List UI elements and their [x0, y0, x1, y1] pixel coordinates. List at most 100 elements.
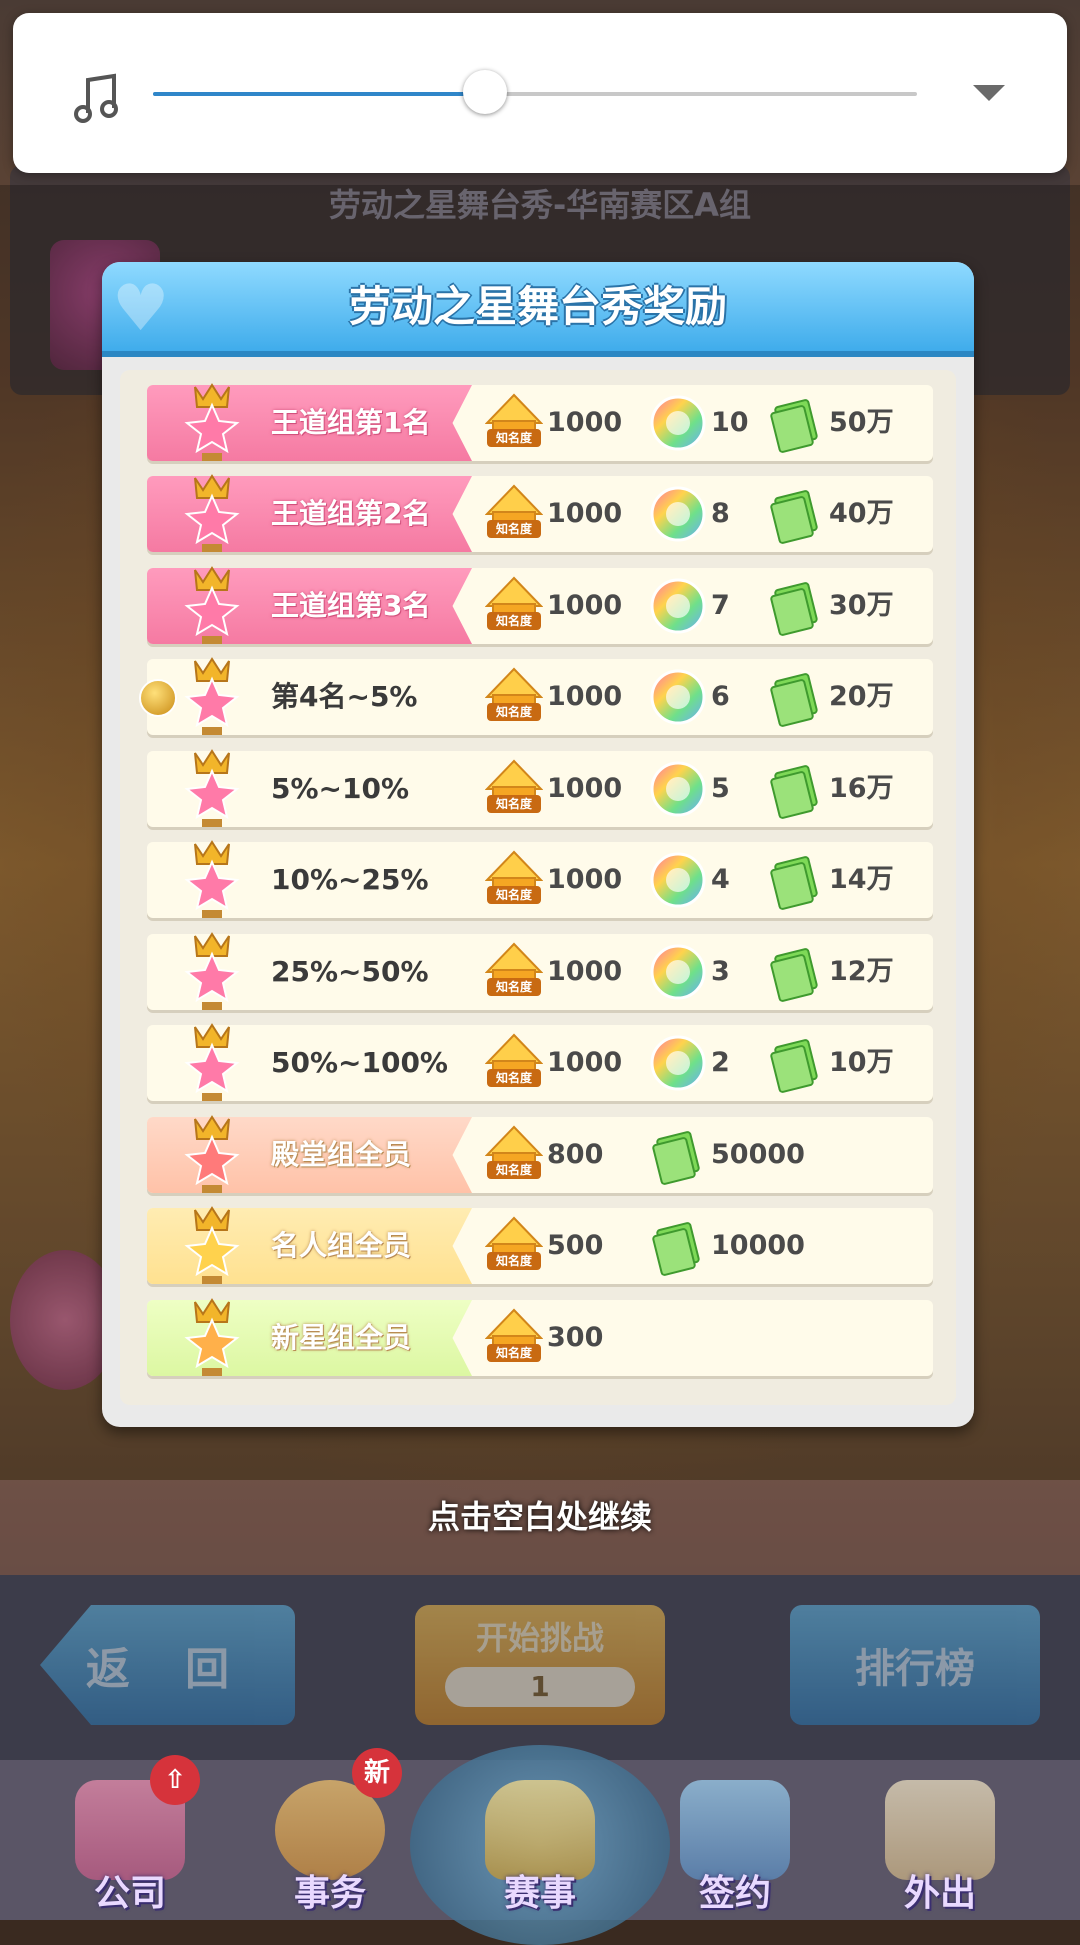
reward-value: 500 [547, 1230, 604, 1261]
reward-value: 300 [547, 1322, 604, 1353]
modal-header: ♥ 劳动之星舞台秀奖励 [102, 262, 974, 357]
rank-label: 新星组全员 [271, 1321, 412, 1354]
upgrade-badge-icon: ⇧ [150, 1755, 200, 1805]
fame-icon: 知名度 [484, 1216, 544, 1276]
trophy-icon [177, 381, 247, 463]
gem-icon [649, 393, 707, 453]
reward-value: 1000 [547, 1047, 623, 1078]
fame-caption: 知名度 [487, 429, 541, 447]
trophy-icon [177, 838, 247, 920]
reward-value: 14万 [829, 864, 894, 895]
gem-icon [649, 484, 707, 544]
fame-caption: 知名度 [487, 978, 541, 996]
trophy-icon [177, 472, 247, 554]
nav-item-contract[interactable]: 签约 [660, 1780, 810, 1920]
rank-label: 第4名~5% [271, 680, 418, 713]
leaderboard-button[interactable]: 排行榜 [790, 1605, 1040, 1725]
music-note-icon [74, 73, 118, 123]
reward-value: 10万 [829, 1047, 894, 1078]
reward-value: 10 [711, 407, 749, 438]
reward-value: 30万 [829, 590, 894, 621]
back-button[interactable]: 返 回 [40, 1605, 295, 1725]
fame-icon: 知名度 [484, 576, 544, 636]
reward-row: 王道组第2名 知名度 1000 8 40万 [147, 474, 933, 552]
gem-icon [649, 759, 707, 819]
trophy-icon [177, 655, 247, 737]
fame-caption: 知名度 [487, 1161, 541, 1179]
new-badge: 新 [352, 1748, 402, 1798]
reward-row: 王道组第1名 知名度 1000 10 50万 [147, 383, 933, 461]
reward-row: 5%~10% 知名度 1000 5 16万 [147, 749, 933, 827]
start-challenge-button[interactable]: 开始挑战 1 [415, 1605, 665, 1725]
trophy-icon [177, 747, 247, 829]
reward-value: 1000 [547, 590, 623, 621]
reward-value: 1000 [547, 956, 623, 987]
rank-label: 10%~25% [271, 863, 429, 896]
volume-slider-thumb[interactable] [463, 70, 507, 114]
volume-slider-fill [153, 92, 485, 96]
ticket-count: 1 [445, 1667, 635, 1707]
reward-value: 12万 [829, 956, 894, 987]
nav-item-affairs[interactable]: 事务 [255, 1780, 405, 1920]
fame-icon: 知名度 [484, 1125, 544, 1185]
reward-row: 25%~50% 知名度 1000 3 12万 [147, 932, 933, 1010]
trophy-icon [177, 564, 247, 646]
reward-value: 1000 [547, 498, 623, 529]
fame-caption: 知名度 [487, 886, 541, 904]
reward-value: 1000 [547, 864, 623, 895]
start-challenge-label: 开始挑战 [475, 1619, 604, 1657]
reward-value: 40万 [829, 498, 894, 529]
fame-caption: 知名度 [487, 1069, 541, 1087]
reward-row: 50%~100% 知名度 1000 2 10万 [147, 1023, 933, 1101]
triangle-down-icon[interactable] [973, 85, 1005, 101]
reward-value: 50000 [711, 1139, 805, 1170]
trophy-icon [177, 1204, 247, 1286]
fame-caption: 知名度 [487, 612, 541, 630]
fame-icon: 知名度 [484, 942, 544, 1002]
nav-item-events[interactable]: 赛事 [465, 1780, 615, 1920]
fame-icon: 知名度 [484, 393, 544, 453]
fame-caption: 知名度 [487, 703, 541, 721]
reward-row: 王道组第3名 知名度 1000 7 30万 [147, 566, 933, 644]
fame-caption: 知名度 [487, 795, 541, 813]
nav-item-outing[interactable]: 外出 [865, 1780, 1015, 1920]
reward-value: 3 [711, 956, 730, 987]
gem-icon [649, 942, 707, 1002]
cash-icon [767, 393, 825, 453]
reward-value: 8 [711, 498, 730, 529]
volume-slider[interactable] [153, 70, 917, 114]
rank-label: 王道组第1名 [271, 406, 431, 439]
fame-caption: 知名度 [487, 520, 541, 538]
cash-icon [767, 1033, 825, 1093]
fame-icon: 知名度 [484, 1033, 544, 1093]
rank-label: 王道组第2名 [271, 497, 431, 530]
reward-value: 2 [711, 1047, 730, 1078]
trophy-icon [177, 1113, 247, 1195]
nav-item-label: 赛事 [503, 1873, 576, 1914]
reward-row: 新星组全员 知名度 300 [147, 1298, 933, 1376]
fame-icon: 知名度 [484, 759, 544, 819]
reward-value: 1000 [547, 407, 623, 438]
gem-icon [649, 1033, 707, 1093]
fame-caption: 知名度 [487, 1344, 541, 1362]
gem-icon [649, 667, 707, 727]
fame-icon: 知名度 [484, 1308, 544, 1368]
cash-icon [767, 576, 825, 636]
fame-icon: 知名度 [484, 850, 544, 910]
rank-label: 50%~100% [271, 1046, 448, 1079]
gem-icon [649, 576, 707, 636]
fame-caption: 知名度 [487, 1252, 541, 1270]
reward-value: 7 [711, 590, 730, 621]
rank-label: 名人组全员 [271, 1229, 412, 1262]
reward-row: 殿堂组全员 知名度 800 50000 [147, 1115, 933, 1193]
cash-icon [767, 942, 825, 1002]
rank-label: 王道组第3名 [271, 589, 431, 622]
nav-item-label: 公司 [93, 1873, 166, 1914]
continue-hint: 点击空白处继续 [427, 1498, 652, 1536]
reward-value: 20万 [829, 681, 894, 712]
gem-icon [649, 850, 707, 910]
my-rank-medal-icon [139, 679, 177, 717]
trophy-icon [177, 1296, 247, 1378]
cash-icon [649, 1216, 707, 1276]
rank-label: 殿堂组全员 [271, 1138, 412, 1171]
